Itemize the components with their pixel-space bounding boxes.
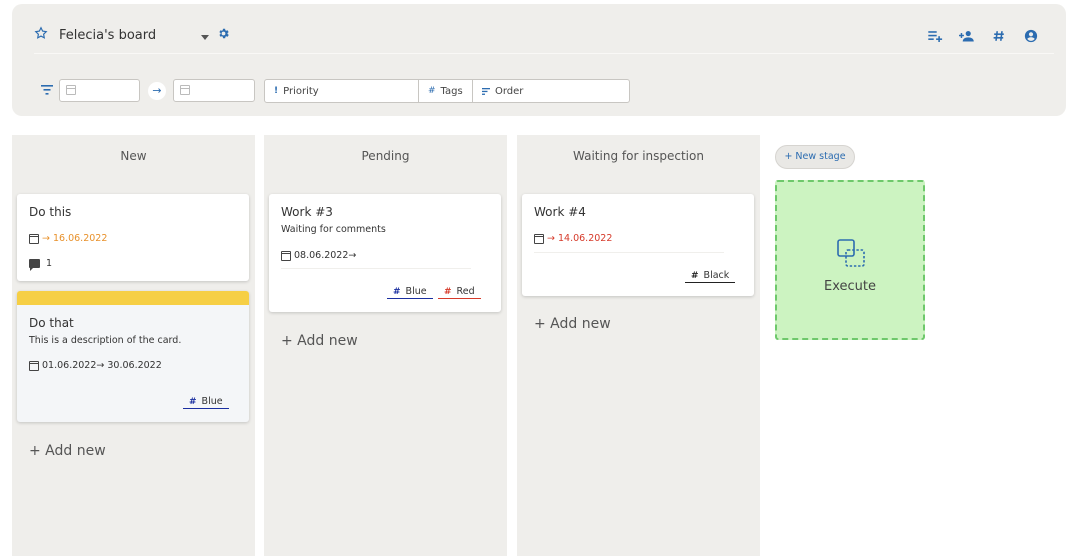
card-divider (281, 268, 471, 269)
card-title: Work #3 (281, 205, 333, 219)
card-start-date: 08.06.2022→ (281, 250, 356, 261)
card-date-range: 01.06.2022→ 30.06.2022 (29, 360, 162, 371)
hashtag-icon: # (444, 286, 452, 297)
add-new-card-button[interactable]: + Add new (29, 443, 106, 459)
tag-red[interactable]: # Red (438, 286, 481, 299)
hashtag-icon: # (428, 86, 436, 96)
add-new-card-button[interactable]: + Add new (534, 316, 611, 332)
card-divider (534, 252, 724, 253)
column-new: New Do this → 16.06.2022 1 Do that This … (12, 135, 255, 556)
execute-label: Execute (824, 279, 876, 294)
card-title: Do this (29, 205, 72, 219)
hashtag-icon[interactable] (990, 28, 1008, 44)
execute-drop-zone[interactable]: Execute (775, 180, 925, 340)
tag-blue[interactable]: # Blue (183, 396, 229, 409)
add-new-card-button[interactable]: + Add new (281, 333, 358, 349)
column-pending: Pending Work #3 Waiting for comments 08.… (264, 135, 507, 556)
card-due-date: → 16.06.2022 (29, 233, 107, 244)
board-title-bar: Felecia's board (12, 4, 1066, 58)
card-due-date: → 14.06.2022 (534, 233, 612, 244)
card-title: Do that (29, 316, 74, 330)
column-title: Waiting for inspection (573, 149, 704, 163)
hashtag-icon: # (393, 286, 401, 297)
tag-black[interactable]: # Black (685, 270, 736, 283)
tag-blue[interactable]: # Blue (387, 286, 433, 299)
calendar-icon (534, 233, 544, 244)
filter-icon[interactable] (41, 85, 53, 95)
add-user-icon[interactable] (958, 28, 976, 44)
card-description: Waiting for comments (281, 224, 386, 235)
order-filter[interactable]: Order (472, 79, 630, 103)
card-work-3[interactable]: Work #3 Waiting for comments 08.06.2022→… (269, 194, 501, 312)
star-icon[interactable] (34, 26, 48, 40)
card-do-that[interactable]: Do that This is a description of the car… (17, 291, 249, 422)
priority-filter[interactable]: ! Priority (264, 79, 420, 103)
priority-icon: ! (274, 86, 279, 96)
account-icon[interactable] (1022, 28, 1040, 44)
board-header: Felecia's board → ! Priority # Tags Orde… (12, 4, 1066, 116)
calendar-icon (180, 85, 190, 95)
add-list-icon[interactable] (926, 28, 944, 44)
execute-icon (837, 239, 865, 267)
new-stage-button[interactable]: + New stage (775, 145, 855, 169)
card-color-bar (17, 291, 249, 305)
card-title: Work #4 (534, 205, 586, 219)
hashtag-icon: # (189, 396, 197, 407)
header-divider (34, 53, 1054, 54)
gear-icon[interactable] (217, 27, 230, 40)
card-comments[interactable]: 1 (29, 258, 52, 271)
date-to-input[interactable] (173, 79, 255, 102)
sort-icon (482, 87, 490, 95)
column-waiting-for-inspection: Waiting for inspection Work #4 → 14.06.2… (517, 135, 760, 556)
tags-filter[interactable]: # Tags (418, 79, 473, 103)
chevron-down-icon[interactable] (201, 35, 209, 40)
date-from-input[interactable] (59, 79, 140, 102)
board-title[interactable]: Felecia's board (59, 28, 156, 43)
hashtag-icon: # (691, 270, 699, 281)
calendar-icon (66, 85, 76, 95)
date-range-arrow-icon[interactable]: → (148, 82, 166, 100)
calendar-icon (281, 250, 291, 261)
comment-icon (29, 259, 40, 271)
column-title: New (120, 149, 147, 163)
card-do-this[interactable]: Do this → 16.06.2022 1 (17, 194, 249, 281)
card-description: This is a description of the card. (29, 335, 182, 346)
calendar-icon (29, 233, 39, 244)
header-actions (926, 28, 1040, 44)
column-title: Pending (361, 149, 410, 163)
card-work-4[interactable]: Work #4 → 14.06.2022 # Black (522, 194, 754, 296)
calendar-icon (29, 360, 39, 371)
